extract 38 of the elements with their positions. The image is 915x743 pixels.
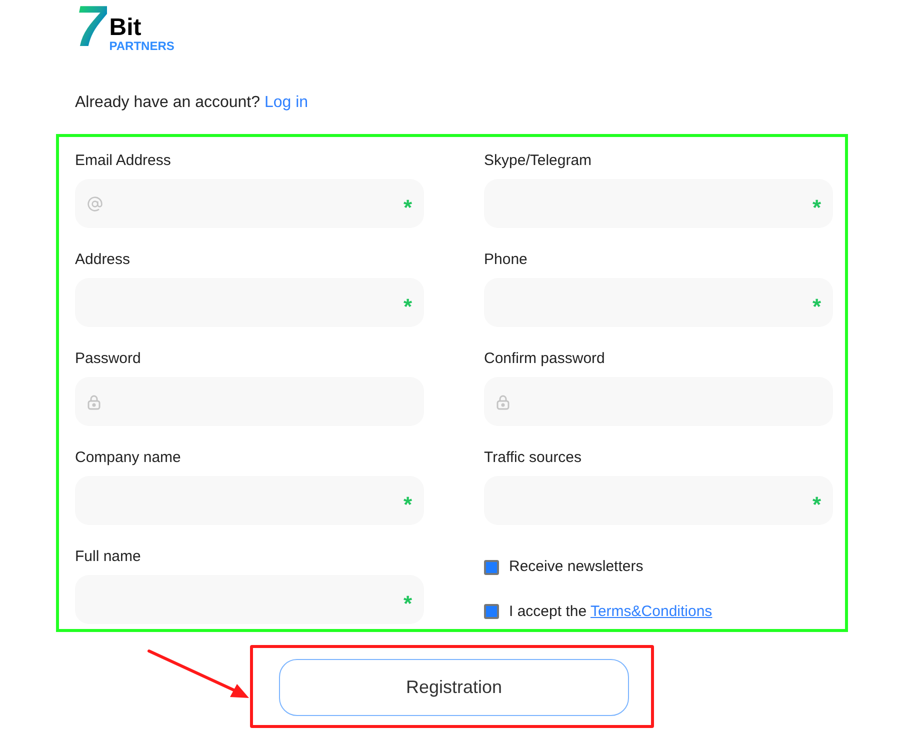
checkbox-label: Receive newsletters [509,557,644,577]
input-field[interactable]: * [484,179,833,228]
checkbox[interactable] [484,560,499,575]
lock-icon [87,394,101,410]
input-field[interactable]: * [484,278,833,327]
login-prompt: Already have an account? Log in [74,93,310,113]
required-mark: * [403,494,412,516]
required-mark: * [403,592,412,614]
required-mark: * [812,196,821,218]
logo-subtitle: PARTNERS [109,40,174,52]
field-label: Traffic sources [484,448,583,468]
field-label: Password [75,349,142,369]
at-icon [87,196,103,212]
input-field[interactable] [484,377,833,426]
required-mark: * [403,196,412,218]
input-field[interactable]: * [75,476,424,525]
input-field[interactable]: * [75,575,424,624]
input-field[interactable]: * [75,278,424,327]
terms-link[interactable]: Terms&Conditions [590,602,712,620]
field-label: Address [75,250,132,270]
required-mark: * [812,494,821,516]
required-mark: * [812,296,821,318]
checkbox[interactable] [484,604,499,620]
lock-icon [496,394,510,410]
field-label: Phone [484,250,528,270]
field-label: Email Address [75,151,172,171]
field-label: Company name [75,448,182,468]
logo-word: Bit [109,16,142,40]
field-label: Full name [75,547,142,567]
input-field[interactable] [75,377,424,426]
required-mark: * [403,296,412,318]
input-field[interactable]: * [484,476,833,525]
registration-button[interactable]: Registration [279,659,629,716]
login-link[interactable]: Log in [264,94,308,111]
field-label: Skype/Telegram [484,151,593,171]
checkbox-label: I accept the Terms&Conditions [509,602,712,622]
field-label: Confirm password [484,349,606,369]
input-field[interactable]: * [75,179,424,228]
